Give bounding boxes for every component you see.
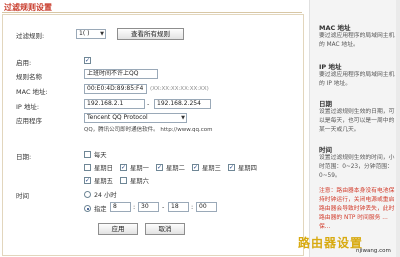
- day-checkbox-sunday[interactable]: [84, 164, 91, 171]
- help-note-text: 注意：路由器本身没有电池保持时钟运行，关闭电源或重启路由器会导致时钟丢失，此时路…: [319, 188, 395, 230]
- apply-button[interactable]: 应用: [98, 223, 138, 235]
- chevron-down-icon: ▼: [100, 31, 104, 37]
- mac-address-input[interactable]: 00:E0:4D:89:85:F4: [84, 84, 147, 94]
- help-ip-title: IP 地址: [319, 63, 342, 71]
- day-label-wednesday: 星期三: [202, 165, 221, 172]
- enable-checkbox[interactable]: [84, 57, 91, 64]
- time-to-hour-input[interactable]: 18: [168, 202, 189, 212]
- time-range-dash: -: [162, 203, 165, 211]
- day-label-friday: 星期五: [94, 178, 113, 185]
- everyday-label: 每天: [94, 152, 107, 159]
- time-colon: :: [133, 203, 136, 211]
- help-date-title: 日期: [319, 100, 332, 108]
- day-checkbox-friday[interactable]: [84, 177, 91, 184]
- day-label-thursday: 星期四: [238, 165, 257, 172]
- application-label: 应用程序: [16, 117, 42, 125]
- day-label-saturday: 星期六: [130, 178, 149, 185]
- help-date-text: 设置过滤规则生效的日期，可以是每天，也可以是一周中的某一天或几天。: [319, 109, 395, 133]
- time-specify-radio[interactable]: [84, 205, 91, 212]
- day-checkbox-thursday[interactable]: [228, 164, 235, 171]
- help-scrollbar[interactable]: [396, 0, 400, 257]
- time-from-minute-input[interactable]: 30: [138, 202, 159, 212]
- ip-start-input[interactable]: 192.168.2.1: [84, 99, 145, 109]
- time-24h-label: 24 小时: [94, 192, 117, 199]
- day-checkbox-monday[interactable]: [120, 164, 127, 171]
- application-description: QQ，腾讯公司即时通信软件。 http://www.qq.com: [84, 127, 213, 133]
- enable-label: 启用:: [16, 59, 32, 67]
- watermark-site: njiwang.com: [356, 248, 391, 254]
- mac-label: MAC 地址:: [16, 88, 48, 96]
- title-divider: [2, 12, 302, 13]
- help-time-text: 设置过滤规则生效的时间，小时范围：0~23，分钟范围：0~59。: [319, 155, 395, 179]
- help-panel: MAC 地址 要过滤应用程序的局域网主机的 MAC 地址。 IP 地址 要过滤应…: [309, 0, 400, 257]
- time-24h-radio[interactable]: [84, 191, 91, 198]
- help-ip-text: 要过滤应用程序的局域网主机的 IP 地址。: [319, 72, 395, 87]
- time-to-minute-input[interactable]: 00: [196, 202, 217, 212]
- time-specify-label: 指定: [94, 206, 107, 213]
- application-select-value: Tencent QQ Protocol: [87, 114, 148, 121]
- everyday-checkbox[interactable]: [84, 151, 91, 158]
- ip-end-input[interactable]: 192.168.2.254: [154, 99, 211, 109]
- help-mac-text: 要过滤应用程序的局域网主机的 MAC 地址。: [319, 33, 395, 48]
- day-checkbox-wednesday[interactable]: [192, 164, 199, 171]
- ip-label: IP 地址:: [16, 103, 40, 111]
- day-label-monday: 星期一: [130, 165, 149, 172]
- rule-select[interactable]: 1( ) ▼: [76, 29, 106, 39]
- help-time-title: 时间: [319, 146, 332, 154]
- view-all-rules-button[interactable]: 查看所有规则: [117, 28, 184, 40]
- ip-range-separator: -: [147, 100, 150, 108]
- help-mac-title: MAC 地址: [319, 24, 351, 32]
- time-label: 时间: [16, 192, 29, 200]
- filter-rule-settings-page: 过滤规则设置 过滤规则: 1( ) ▼ 查看所有规则 启用: 规则名称 上班时间…: [0, 0, 309, 257]
- rule-name-input[interactable]: 上班时间不许上QQ: [84, 69, 158, 79]
- cancel-button[interactable]: 取消: [145, 223, 185, 235]
- mac-format-hint: (XX:XX:XX:XX:XX:XX): [150, 86, 209, 92]
- rule-name-label: 规则名称: [16, 73, 42, 81]
- time-from-hour-input[interactable]: 8: [110, 202, 131, 212]
- settings-panel: [2, 14, 304, 256]
- chevron-down-icon: ▼: [181, 115, 185, 121]
- time-colon: :: [191, 203, 194, 211]
- day-label-tuesday: 星期二: [166, 165, 185, 172]
- rule-select-value: 1( ): [79, 30, 90, 37]
- day-label-sunday: 星期日: [94, 165, 113, 172]
- rule-label: 过滤规则:: [16, 32, 45, 40]
- application-select[interactable]: Tencent QQ Protocol ▼: [84, 113, 187, 123]
- day-checkbox-saturday[interactable]: [120, 177, 127, 184]
- watermark-brand: 路由器设置: [298, 236, 364, 250]
- date-label: 日期:: [16, 153, 32, 161]
- day-checkbox-tuesday[interactable]: [156, 164, 163, 171]
